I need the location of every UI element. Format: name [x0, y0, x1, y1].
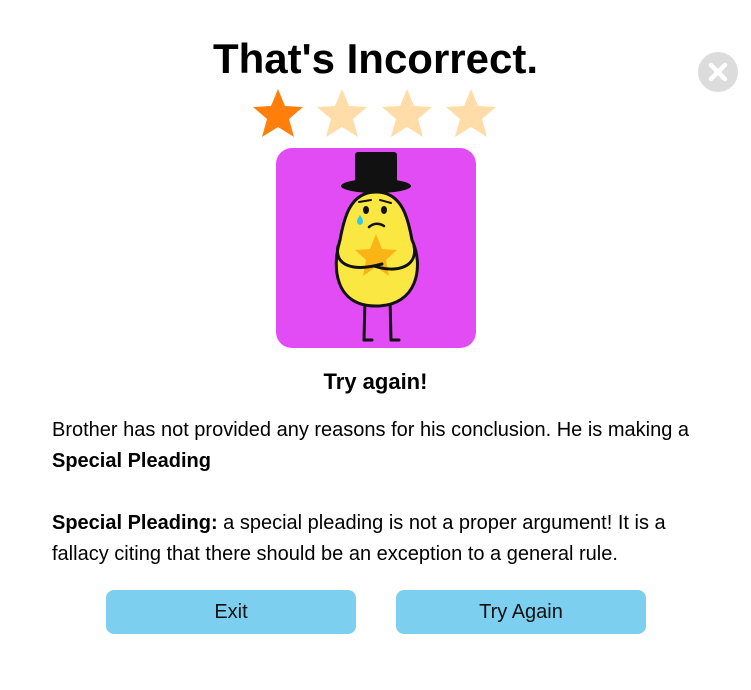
- definition-text: Special Pleading: a special pleading is …: [52, 508, 712, 570]
- try-again-button[interactable]: Try Again: [396, 590, 646, 634]
- explanation-body: Brother has not provided any reasons for…: [52, 419, 690, 441]
- close-button[interactable]: [698, 52, 738, 92]
- dialog-title: That's Incorrect.: [212, 35, 539, 82]
- exit-button[interactable]: Exit: [106, 590, 356, 634]
- star-icon: [382, 89, 432, 137]
- definition-term: Special Pleading:: [52, 512, 218, 534]
- star-icon: [253, 89, 303, 137]
- close-icon: [708, 62, 728, 82]
- try-again-heading: Try again!: [323, 369, 428, 394]
- star-icon: [446, 89, 496, 137]
- star-rating: [246, 86, 506, 142]
- sad-potato-with-top-hat-holding-star-icon: [334, 152, 419, 342]
- character-card: [276, 148, 476, 348]
- star-icon: [317, 89, 367, 137]
- explanation-text: Brother has not provided any reasons for…: [52, 415, 712, 477]
- fallacy-name: Special Pleading: [52, 450, 211, 472]
